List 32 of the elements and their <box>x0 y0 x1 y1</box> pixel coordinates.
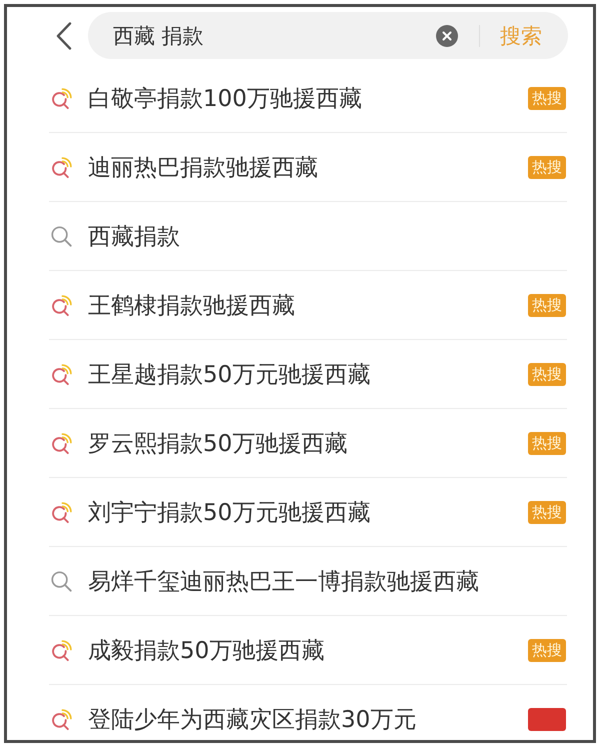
suggestion-text[interactable]: 西藏捐款 <box>88 220 567 252</box>
search-field[interactable]: 西藏 捐款 <box>113 20 436 52</box>
suggestion-text[interactable]: 王星越捐款50万元驰援西藏 <box>88 358 528 390</box>
trending-search-icon <box>50 156 73 178</box>
suggestion-text[interactable]: 易烊千玺迪丽热巴王一博捐款驰援西藏 <box>88 566 567 596</box>
hot-badge: 热搜 <box>528 86 566 110</box>
hot-badge: 热搜 <box>528 156 566 178</box>
suggestion-text[interactable]: 王鹤棣捐款驰援西藏 <box>88 290 528 320</box>
trending-search-icon <box>50 708 73 730</box>
hot-badge: 热搜 <box>528 638 566 662</box>
trending-search-icon <box>50 638 73 662</box>
clear-icon <box>436 24 458 46</box>
trending-search-icon <box>50 362 73 386</box>
clear-button[interactable] <box>436 24 458 46</box>
suggestion-text[interactable]: 登陆少年为西藏灾区捐款30万元 <box>88 704 528 734</box>
search-icon <box>50 570 73 592</box>
suggestion-text[interactable]: 白敬亭捐款100万驰援西藏 <box>88 82 528 114</box>
hot-badge: 热搜 <box>528 432 566 454</box>
search-box[interactable]: 西藏 捐款 搜索 <box>88 12 568 59</box>
trending-search-icon <box>50 432 73 454</box>
trending-search-icon <box>50 86 73 110</box>
back-icon <box>56 22 72 50</box>
hot-badge: 热搜 <box>528 500 566 524</box>
suggestion-text[interactable]: 迪丽热巴捐款驰援西藏 <box>88 152 528 182</box>
trending-search-icon <box>50 294 73 316</box>
suggestion-text[interactable]: 成毅捐款50万驰援西藏 <box>88 634 528 666</box>
hot-badge: 热搜 <box>528 294 566 316</box>
trending-search-icon <box>50 500 73 524</box>
suggestion-text[interactable]: 罗云熙捐款50万驰援西藏 <box>88 428 528 458</box>
search-icon <box>50 224 73 248</box>
suggestion-text[interactable]: 刘宇宁捐款50万元驰援西藏 <box>88 496 528 528</box>
hot-badge: 热搜 <box>528 362 566 386</box>
